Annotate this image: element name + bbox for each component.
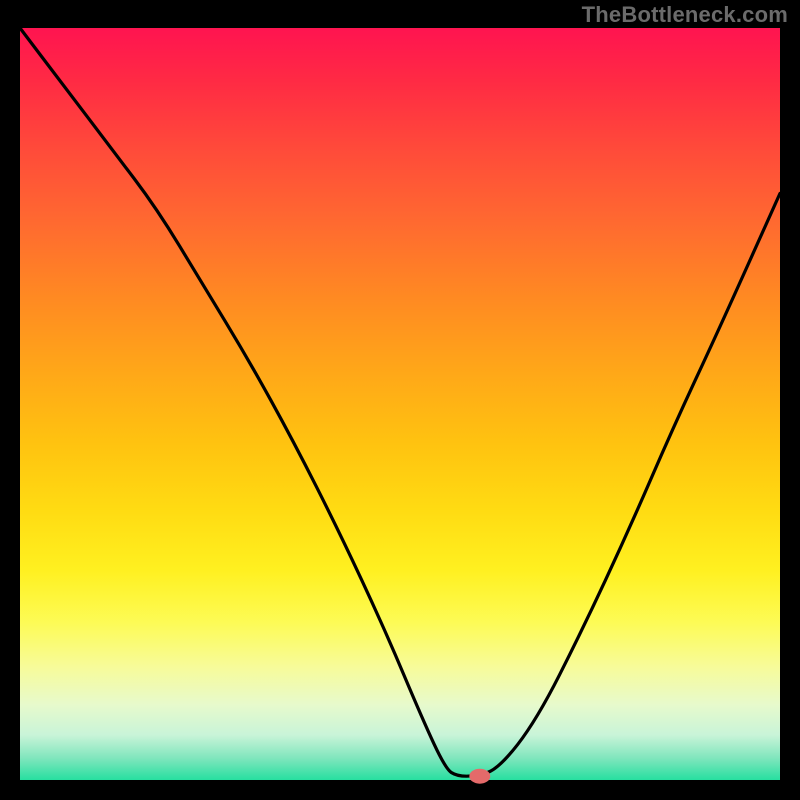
bottleneck-curve bbox=[20, 28, 780, 776]
watermark-text: TheBottleneck.com bbox=[582, 2, 788, 28]
chart-frame: TheBottleneck.com bbox=[0, 0, 800, 800]
plot-area bbox=[20, 28, 780, 780]
optimal-point-marker bbox=[470, 769, 490, 783]
chart-svg bbox=[20, 28, 780, 780]
